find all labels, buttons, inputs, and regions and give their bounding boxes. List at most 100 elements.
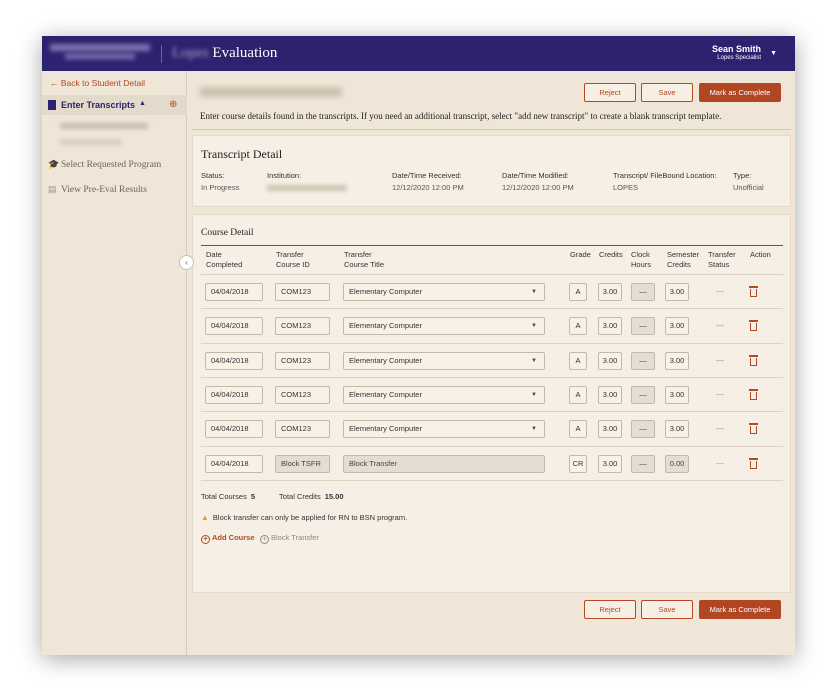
transcript-sub-item[interactable]: [60, 123, 148, 129]
user-menu[interactable]: Sean Smith Lopes Specialist: [712, 44, 761, 61]
table-row: 04/04/2018 COM123 Elementary Computer ▼ A 3.0…: [201, 308, 783, 342]
transfer-status: —: [716, 458, 724, 468]
credits-input[interactable]: 3.00: [598, 351, 622, 370]
trash-icon[interactable]: [749, 354, 758, 366]
semester-credits-input[interactable]: 3.00: [665, 351, 689, 370]
modified-field: Date/Time Modified: 12/12/2020 12:00 PM: [502, 171, 574, 192]
block-transfer-warning: ▲ Block transfer can only be applied for …: [201, 513, 407, 522]
trash-icon[interactable]: [749, 320, 758, 332]
date-completed-input[interactable]: 04/04/2018: [205, 420, 263, 439]
sidebar-item-pre-eval[interactable]: ▤ View Pre-Eval Results: [48, 184, 147, 195]
date-completed-input[interactable]: 04/04/2018: [205, 454, 263, 473]
block-transfer-label: Block Transfer: [271, 533, 319, 542]
date-completed-input[interactable]: 04/04/2018: [205, 317, 263, 336]
semester-credits-input[interactable]: 3.00: [665, 283, 689, 301]
chevron-down-icon: ▼: [531, 391, 537, 398]
trash-icon[interactable]: [749, 388, 758, 400]
column-header: Credits: [599, 250, 623, 259]
course-id-input[interactable]: COM123: [275, 283, 330, 301]
transcript-detail-title: Transcript Detail: [201, 147, 283, 161]
field-value: [267, 185, 347, 191]
transfer-status: —: [716, 287, 724, 296]
save-button-bottom[interactable]: Save: [641, 600, 693, 619]
header-divider: [161, 45, 162, 63]
grade-input[interactable]: A: [569, 420, 587, 439]
course-id-input[interactable]: COM123: [275, 317, 330, 336]
chevron-down-icon[interactable]: ▼: [770, 50, 777, 57]
add-course-button[interactable]: + Add Course: [201, 533, 255, 544]
transfer-status: —: [716, 355, 724, 365]
arrow-left-icon: ←: [50, 78, 61, 88]
column-header: Action: [750, 250, 771, 259]
transcript-sub-item[interactable]: [60, 139, 122, 145]
grade-input[interactable]: A: [569, 351, 587, 370]
field-value: In Progress: [201, 183, 240, 192]
credits-input[interactable]: 3.00: [598, 317, 622, 336]
field-label: Date/Time Modified:: [502, 171, 569, 180]
add-transcript-icon[interactable]: ⊕: [169, 99, 177, 110]
chevron-up-icon[interactable]: ▲: [139, 100, 146, 107]
collapse-sidebar-button[interactable]: ‹: [179, 255, 194, 270]
field-value: 12/12/2020 12:00 PM: [502, 183, 574, 192]
course-id-input[interactable]: COM123: [275, 420, 330, 439]
course-title-select[interactable]: Elementary Computer ▼: [343, 385, 545, 404]
transfer-status: —: [716, 321, 724, 331]
reject-button-bottom[interactable]: Reject: [584, 600, 636, 619]
instructions-text: Enter course details found in the transc…: [200, 111, 722, 121]
date-completed-input[interactable]: 04/04/2018: [205, 351, 263, 370]
mark-complete-button-bottom[interactable]: Mark as Complete: [699, 600, 781, 619]
sidebar-item-select-program[interactable]: 🎓 Select Requested Program: [48, 159, 161, 170]
semester-credits-input[interactable]: 3.00: [665, 420, 689, 439]
block-transfer-button[interactable]: + Block Transfer: [260, 533, 319, 544]
plus-icon: +: [201, 535, 210, 544]
field-label: Status:: [201, 171, 225, 180]
course-title-value: Elementary Computer: [349, 389, 422, 399]
total-credits-value: 15.00: [324, 492, 344, 501]
trash-icon[interactable]: [749, 457, 758, 469]
sidebar-item-label: Select Requested Program: [61, 160, 162, 170]
trash-bin: [750, 460, 757, 469]
grade-input[interactable]: A: [569, 283, 587, 301]
credits-input[interactable]: 3.00: [598, 283, 622, 301]
trash-lid: [749, 320, 758, 323]
trash-icon[interactable]: [749, 423, 758, 435]
trash-icon[interactable]: [749, 286, 758, 297]
credits-input[interactable]: 3.00: [598, 454, 622, 473]
sidebar-item-enter-transcripts[interactable]: Enter Transcripts ▲ ⊕: [42, 95, 187, 115]
total-courses-label: Total Courses: [201, 492, 247, 501]
course-title-select[interactable]: Elementary Computer ▼: [343, 420, 545, 439]
semester-credits-input[interactable]: 3.00: [665, 317, 689, 336]
semester-credits-input[interactable]: 3.00: [665, 385, 689, 404]
table-row: 04/04/2018 Block TSFR Block Transfer CR 3.00…: [201, 445, 783, 480]
chevron-down-icon: ▼: [531, 323, 537, 330]
warning-text: Block transfer can only be applied for R…: [212, 513, 408, 522]
credits-input[interactable]: 3.00: [598, 385, 622, 404]
sidebar: ← Back to Student Detail Enter Transcrip…: [42, 71, 187, 655]
grade-input[interactable]: A: [569, 317, 587, 336]
back-to-student-link[interactable]: ← Back to Student Detail: [50, 78, 145, 88]
grade-input[interactable]: CR: [569, 454, 587, 473]
document-icon: [48, 100, 56, 110]
field-value: 12/12/2020 12:00 PM: [392, 183, 464, 192]
received-field: Date/Time Received: 12/12/2020 12:00 PM: [392, 171, 464, 192]
mark-complete-button[interactable]: Mark as Complete: [699, 83, 781, 102]
credits-input[interactable]: 3.00: [598, 420, 622, 439]
date-completed-input[interactable]: 04/04/2018: [205, 385, 263, 404]
course-title-select[interactable]: Elementary Computer ▼: [343, 351, 545, 370]
column-header: Semester Credits: [667, 250, 700, 269]
app-title: Lopes Evaluation: [172, 45, 277, 62]
clock-hours-input: —: [631, 420, 655, 439]
course-title-select[interactable]: Elementary Computer ▼: [343, 317, 545, 336]
table-row: 04/04/2018 COM123 Elementary Computer ▼ A 3.0…: [201, 411, 783, 445]
top-bar: Lopes Evaluation Sean Smith Lopes Specia…: [42, 36, 795, 71]
date-completed-input[interactable]: 04/04/2018: [205, 283, 263, 301]
course-id-input[interactable]: COM123: [275, 385, 330, 404]
status-field: Status: In Progress: [201, 171, 239, 192]
course-title-select[interactable]: Elementary Computer ▼: [343, 283, 545, 301]
app-window: Lopes Evaluation Sean Smith Lopes Specia…: [42, 36, 795, 655]
trash-bin: [750, 391, 757, 400]
course-id-input[interactable]: COM123: [275, 351, 330, 370]
grade-input[interactable]: A: [569, 385, 587, 404]
save-button[interactable]: Save: [641, 83, 693, 102]
reject-button[interactable]: Reject: [584, 83, 636, 102]
